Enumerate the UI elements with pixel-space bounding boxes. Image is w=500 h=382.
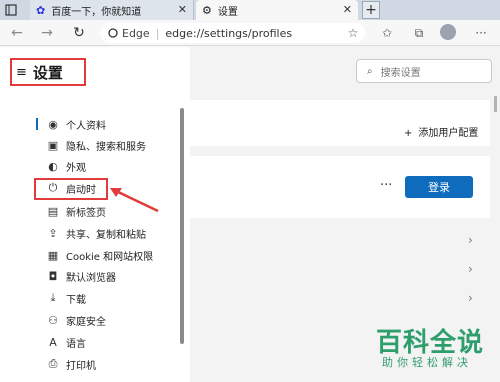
sidebar-item-label: 新标签页 bbox=[66, 207, 106, 219]
back-icon[interactable]: ← bbox=[8, 24, 26, 42]
sidebar-item-appearance[interactable]: ◐ 外观 bbox=[36, 156, 176, 176]
search-icon: ⌕ bbox=[367, 65, 373, 77]
sidebar-item-family[interactable]: ⚇ 家庭安全 bbox=[36, 310, 176, 330]
person-icon: ◉ bbox=[48, 117, 58, 131]
tab-settings[interactable]: ⚙ 设置 ✕ bbox=[196, 0, 358, 20]
newtab-icon: ▤ bbox=[47, 204, 59, 218]
download-icon: ⤓ bbox=[50, 291, 56, 304]
sidebar-item-label: 隐私、搜索和服务 bbox=[66, 141, 146, 153]
plus-icon: + bbox=[404, 128, 413, 139]
collections-icon[interactable]: ⧉ bbox=[410, 24, 428, 42]
site-permissions-icon: ▦ bbox=[47, 248, 59, 262]
sidebar-item-profile[interactable]: ◉ 个人资料 bbox=[36, 114, 176, 134]
search-input[interactable]: ⌕ 搜索设置 bbox=[356, 59, 492, 83]
baidu-icon: ✿ bbox=[36, 3, 46, 17]
search-placeholder: 搜索设置 bbox=[380, 67, 421, 79]
startup-highlight-box bbox=[34, 178, 108, 200]
chevron-right-icon[interactable]: › bbox=[468, 262, 473, 276]
sidebar-scrollbar[interactable] bbox=[180, 108, 184, 344]
chevron-right-icon[interactable]: › bbox=[468, 233, 473, 247]
share-icon: ⇪ bbox=[48, 226, 58, 240]
main-scrollbar[interactable] bbox=[494, 96, 497, 112]
close-icon[interactable]: ✕ bbox=[178, 3, 187, 16]
login-button[interactable]: 登录 bbox=[405, 176, 473, 198]
new-tab-button[interactable]: + bbox=[362, 1, 380, 19]
avatar[interactable] bbox=[440, 24, 456, 40]
gear-icon: ⚙ bbox=[202, 3, 212, 17]
sidebar-item-label: 语言 bbox=[66, 338, 86, 350]
browser-icon: ◘ bbox=[48, 269, 58, 283]
more-menu-icon[interactable]: ··· bbox=[472, 24, 490, 42]
refresh-icon[interactable]: ↻ bbox=[70, 24, 88, 42]
language-icon: A bbox=[49, 335, 57, 349]
sidebar-item-cookies[interactable]: ▦ Cookie 和网站权限 bbox=[36, 245, 176, 265]
sidebar-item-label: Cookie 和网站权限 bbox=[66, 251, 154, 263]
star-add-icon[interactable]: ☆ bbox=[344, 24, 362, 42]
address-brand: Edge bbox=[122, 26, 150, 40]
edge-logo-icon bbox=[108, 28, 118, 38]
forward-icon[interactable]: → bbox=[38, 24, 56, 42]
sidebar-item-label: 个人资料 bbox=[66, 120, 106, 132]
family-icon: ⚇ bbox=[48, 313, 58, 327]
page-title: 设置 bbox=[32, 63, 63, 82]
close-icon[interactable]: ✕ bbox=[343, 3, 352, 16]
sidebar-header: ≡ 设置 bbox=[10, 58, 86, 86]
profile-header-panel bbox=[190, 100, 490, 146]
sidebar-item-label: 外观 bbox=[66, 162, 86, 174]
sidebar-item-label: 默认浏览器 bbox=[66, 272, 116, 284]
hamburger-icon[interactable]: ≡ bbox=[16, 65, 27, 80]
favorites-icon[interactable]: ✩ bbox=[378, 24, 396, 42]
sidebar-item-default-browser[interactable]: ◘ 默认浏览器 bbox=[36, 266, 176, 286]
sidebar-item-privacy[interactable]: ▣ 隐私、搜索和服务 bbox=[36, 135, 176, 155]
address-url: edge://settings/profiles bbox=[165, 26, 293, 40]
sidebar-item-printers[interactable]: ⎙ 打印机 bbox=[36, 354, 176, 374]
lock-icon: ▣ bbox=[47, 138, 59, 152]
window-menu-icon[interactable] bbox=[2, 1, 20, 19]
sidebar-item-label: 家庭安全 bbox=[66, 316, 106, 328]
address-separator: | bbox=[155, 26, 160, 40]
watermark-subtitle: 助你轻松解决 bbox=[382, 356, 472, 369]
annotation-arrow-icon bbox=[110, 188, 159, 213]
more-options-icon[interactable]: ··· bbox=[380, 178, 392, 193]
appearance-icon: ◐ bbox=[48, 159, 58, 173]
sidebar-item-label: 打印机 bbox=[66, 360, 96, 372]
toolbar: ← → ↻ Edge | edge://settings/profiles ☆ … bbox=[0, 20, 500, 46]
sidebar-item-label: 下载 bbox=[66, 294, 86, 306]
address-bar[interactable]: Edge | edge://settings/profiles bbox=[100, 23, 365, 43]
add-profile-button[interactable]: + 添加用户配置 bbox=[404, 124, 478, 139]
sidebar-item-share[interactable]: ⇪ 共享、复制和粘贴 bbox=[36, 223, 176, 243]
tab-label: 设置 bbox=[217, 6, 238, 18]
printer-icon: ⎙ bbox=[48, 357, 58, 370]
chevron-right-icon[interactable]: › bbox=[468, 291, 473, 305]
sidebar-item-language[interactable]: A 语言 bbox=[36, 332, 176, 352]
sidebar-item-downloads[interactable]: ⤓ 下载 bbox=[36, 288, 176, 308]
sidebar-item-label: 共享、复制和粘贴 bbox=[66, 229, 146, 241]
tab-baidu[interactable]: ✿ 百度一下，你就知道 ✕ bbox=[30, 0, 194, 20]
tab-label: 百度一下，你就知道 bbox=[51, 6, 142, 18]
add-profile-label: 添加用户配置 bbox=[418, 128, 479, 139]
